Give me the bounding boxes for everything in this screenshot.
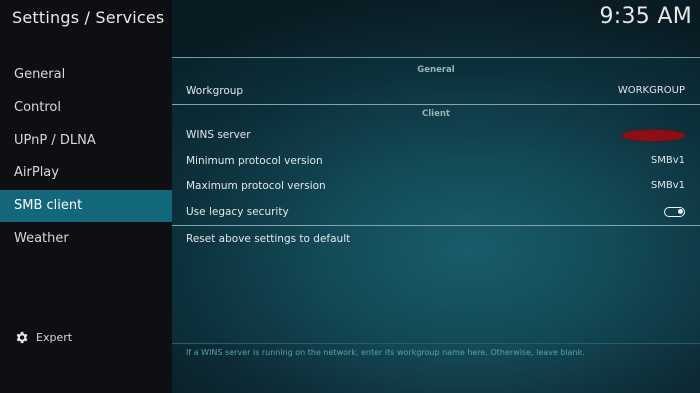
setting-label: Maximum protocol version [186, 180, 326, 192]
setting-label: Minimum protocol version [186, 155, 323, 167]
setting-label: Workgroup [186, 85, 244, 97]
setting-label: WINS server [186, 129, 251, 141]
sidebar-item-general[interactable]: General [0, 59, 172, 91]
setting-max-protocol[interactable]: Maximum protocol version SMBv1 [172, 174, 700, 198]
setting-legacy-security[interactable]: Use legacy security [172, 200, 700, 224]
group-header-general: General [417, 65, 455, 75]
sidebar-item-weather[interactable]: Weather [0, 223, 172, 255]
settings-level-label: Expert [36, 330, 73, 344]
setting-value: SMBv1 [650, 155, 685, 166]
setting-min-protocol[interactable]: Minimum protocol version SMBv1 [172, 149, 700, 173]
clock: 9:35 AM [599, 4, 692, 29]
sidebar-item-airplay[interactable]: AirPlay [0, 157, 172, 189]
sidebar: Settings / Services General Control UPnP… [0, 0, 172, 393]
help-divider [172, 343, 700, 344]
legacy-security-toggle[interactable] [664, 207, 685, 217]
toggle-knob [677, 209, 683, 214]
setting-value: SMBv1 [650, 180, 685, 191]
divider [172, 104, 700, 105]
reset-settings-button[interactable]: Reset above settings to default [172, 227, 700, 251]
sidebar-item-smb-client[interactable]: SMB client [0, 190, 172, 222]
settings-level-button[interactable]: Expert [14, 328, 72, 346]
divider [172, 225, 700, 226]
settings-panel: General Workgroup WORKGROUP Client WINS … [172, 57, 700, 345]
setting-value: WORKGROUP [617, 85, 685, 96]
redacted-value [622, 130, 685, 141]
setting-wins-server[interactable]: WINS server [172, 123, 700, 147]
setting-label: Use legacy security [186, 206, 289, 218]
page-title: Settings / Services [12, 8, 165, 27]
sidebar-item-upnp-dlna[interactable]: UPnP / DLNA [0, 125, 172, 157]
setting-workgroup[interactable]: Workgroup WORKGROUP [172, 79, 700, 103]
reset-label: Reset above settings to default [186, 233, 351, 245]
gear-icon [14, 330, 29, 345]
help-text: If a WINS server is running on the netwo… [186, 348, 585, 357]
group-header-client: Client [422, 109, 450, 119]
sidebar-item-control[interactable]: Control [0, 92, 172, 124]
